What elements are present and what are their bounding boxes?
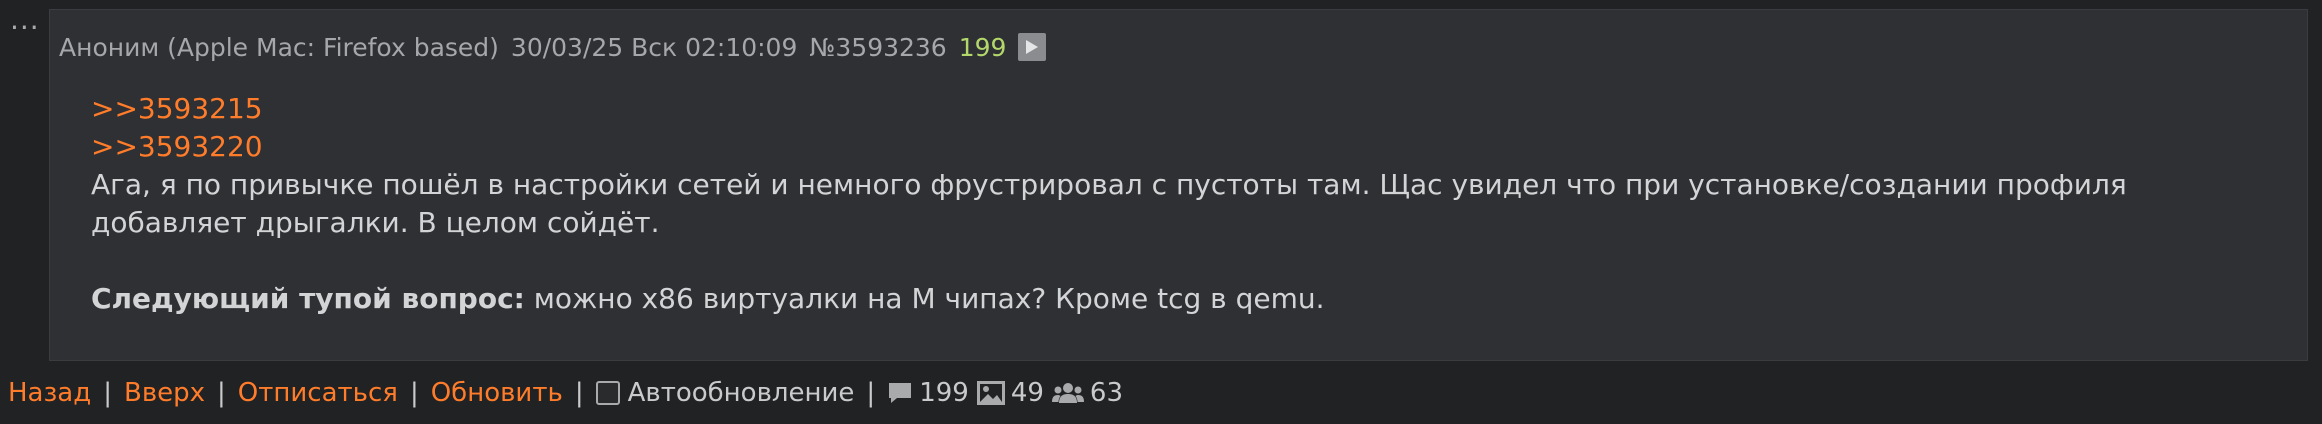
post-number-link[interactable]: №3593236 bbox=[809, 33, 946, 62]
thread-footer: Назад | Вверх | Отписаться | Обновить | … bbox=[8, 373, 1123, 413]
separator: | bbox=[866, 378, 876, 408]
more-dots-icon[interactable]: ··· bbox=[10, 14, 40, 42]
post-header: Аноним (Apple Mac: Firefox based) 30/03/… bbox=[59, 22, 1047, 72]
separator: | bbox=[409, 378, 419, 408]
question-text: можно x86 виртуалки на M чипах? Кроме tc… bbox=[524, 282, 1325, 315]
images-stat: 49 bbox=[976, 378, 1044, 408]
reply-link-1[interactable]: >>3593215 bbox=[91, 90, 2271, 128]
post-body: >>3593215 >>3593220 Ага, я по привычке п… bbox=[91, 90, 2271, 318]
back-link[interactable]: Назад bbox=[8, 378, 91, 408]
post-author: Аноним (Apple Mac: Firefox based) bbox=[59, 32, 499, 62]
post-paragraph: Ага, я по привычке пошёл в настройки сет… bbox=[91, 168, 2127, 239]
reply-link-2[interactable]: >>3593220 bbox=[91, 128, 2271, 166]
refresh-link[interactable]: Обновить bbox=[431, 378, 563, 408]
comment-icon bbox=[889, 383, 912, 403]
post-datetime: 30/03/25 Вск 02:10:09 bbox=[510, 32, 798, 62]
posts-count: 199 bbox=[919, 378, 969, 408]
images-count: 49 bbox=[1010, 378, 1044, 408]
play-icon[interactable] bbox=[1018, 33, 1047, 61]
image-icon bbox=[976, 381, 1005, 405]
post: Аноним (Apple Mac: Firefox based) 30/03/… bbox=[49, 9, 2308, 361]
posters-count: 63 bbox=[1089, 378, 1124, 408]
posts-stat: 199 bbox=[887, 378, 969, 408]
up-link[interactable]: Вверх bbox=[124, 378, 205, 408]
separator: | bbox=[103, 378, 112, 408]
unsubscribe-link[interactable]: Отписаться bbox=[238, 378, 398, 408]
autorefresh-checkbox[interactable] bbox=[595, 381, 620, 405]
question-bold-text: Следующий тупой вопрос: bbox=[91, 282, 525, 315]
post-reply-count: 199 bbox=[958, 32, 1007, 62]
separator: | bbox=[574, 378, 584, 408]
users-icon bbox=[1051, 383, 1084, 403]
separator: | bbox=[217, 378, 226, 408]
posters-stat: 63 bbox=[1051, 378, 1124, 408]
autorefresh-label[interactable]: Автообновление bbox=[628, 378, 855, 408]
post-question: Следующий тупой вопрос: можно x86 виртуа… bbox=[91, 280, 2271, 318]
